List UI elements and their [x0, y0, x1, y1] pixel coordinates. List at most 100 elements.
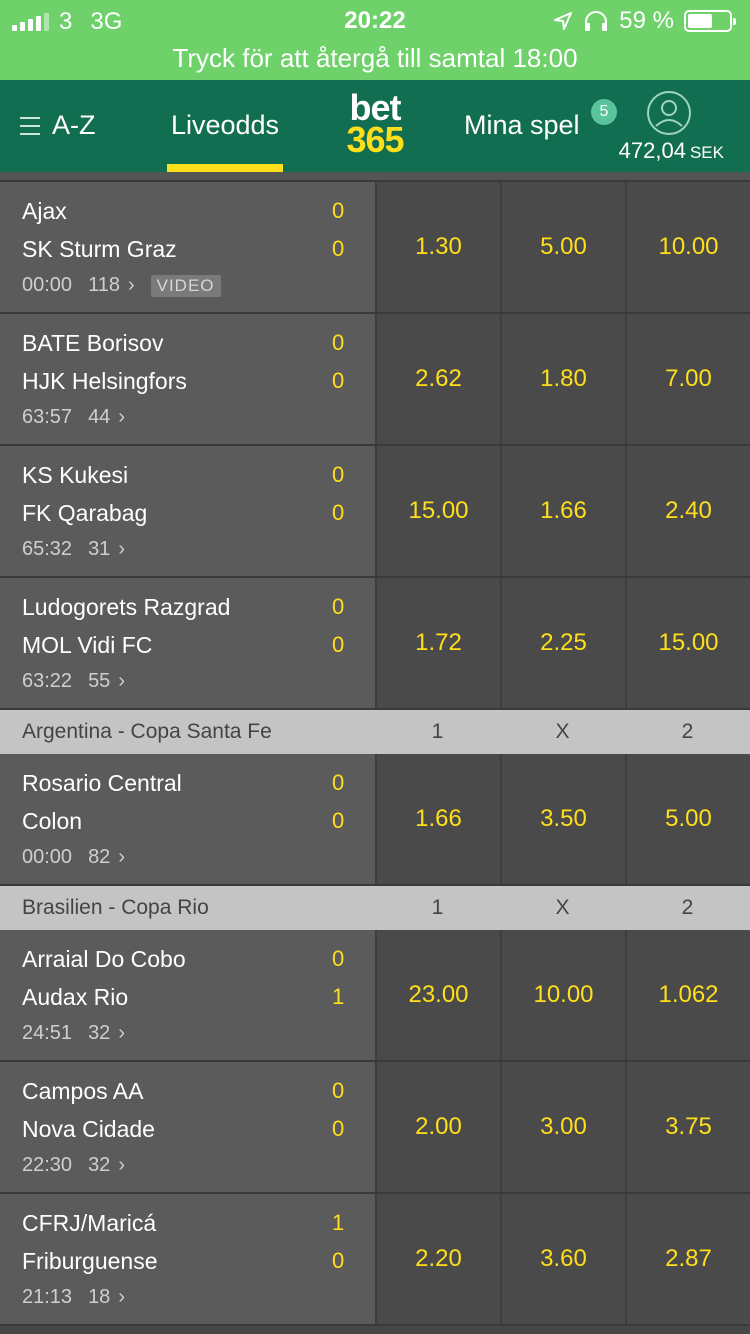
match-row: KS Kukesi FK Qarabag 0 0 65:32 31 › 15.00 1.66 2.…	[0, 446, 750, 578]
home-team: CFRJ/Maricá	[22, 1210, 157, 1236]
match-clock: 24:51	[22, 1022, 73, 1044]
balance-amount: 472,04	[618, 138, 686, 163]
home-score: 1	[332, 1210, 345, 1235]
odds-button-draw[interactable]: 1.80	[500, 314, 625, 444]
tab-mina-spel[interactable]: Mina spel	[464, 110, 580, 141]
bet365-logo[interactable]: bet 365	[338, 90, 412, 158]
markets-count: 32	[88, 1154, 111, 1176]
odds-group: 2.62 1.80 7.00	[375, 314, 750, 444]
odds-button-draw[interactable]: 1.66	[500, 446, 625, 576]
status-right: 59 %	[553, 7, 736, 35]
odds-button-away[interactable]: 10.00	[625, 182, 750, 312]
odds-button-draw[interactable]: 10.00	[500, 930, 625, 1060]
match-meta: 63:22 55 ›	[22, 670, 125, 693]
app-header: A-Z Liveodds bet 365 Mina spel 472,04 SEK	[0, 80, 750, 172]
away-team: SK Sturm Graz	[22, 236, 177, 262]
mina-spel-count-badge: 5	[591, 99, 617, 125]
odds-button-draw[interactable]: 3.60	[500, 1194, 625, 1324]
home-team: Ajax	[22, 198, 67, 224]
home-score: 0	[332, 330, 345, 355]
match-meta: 00:00 82 ›	[22, 846, 125, 869]
odds-button-away[interactable]: 2.40	[625, 446, 750, 576]
away-score: 0	[332, 808, 345, 833]
previous-row-edge	[0, 172, 750, 182]
account-balance[interactable]: 472,04 SEK	[619, 138, 724, 164]
away-score: 0	[332, 632, 345, 657]
account-icon[interactable]	[646, 90, 692, 136]
home-score: 0	[332, 594, 345, 619]
odds-button-home[interactable]: 1.72	[375, 578, 500, 708]
match-clock: 63:57	[22, 406, 73, 428]
odds-button-home[interactable]: 2.62	[375, 314, 500, 444]
match-info[interactable]: Campos AA Nova Cidade 0 0 22:30 32 ›	[0, 1062, 375, 1192]
markets-count: 118	[88, 274, 120, 296]
match-info[interactable]: Arraial Do Cobo Audax Rio 0 1 24:51 32 ›	[0, 930, 375, 1060]
chevron-right-icon: ›	[118, 1286, 125, 1308]
home-score: 0	[332, 1078, 345, 1103]
match-info[interactable]: Ludogorets Razgrad MOL Vidi FC 0 0 63:22 55 ›	[0, 578, 375, 708]
match-info[interactable]: CFRJ/Maricá Friburguense 1 0 21:13 18 ›	[0, 1194, 375, 1324]
markets-count: 55	[88, 670, 111, 692]
chevron-right-icon: ›	[118, 670, 125, 692]
odds-button-home[interactable]: 23.00	[375, 930, 500, 1060]
league-column-away: 2	[681, 720, 694, 743]
status-area: 3 3G 20:22 59 % Tryck för att återgå til…	[0, 0, 750, 80]
odds-button-home[interactable]: 1.66	[375, 754, 500, 884]
home-score: 0	[332, 198, 345, 223]
league-column-away: 2	[681, 896, 694, 919]
match-info[interactable]: Ajax SK Sturm Graz 0 0 00:00 118 › VIDEO	[0, 182, 375, 312]
away-team: Nova Cidade	[22, 1116, 155, 1142]
league-header[interactable]: Brasilien - Copa Rio 1 X 2	[0, 886, 750, 930]
home-team: Campos AA	[22, 1078, 144, 1104]
away-score: 0	[332, 1116, 345, 1141]
match-info[interactable]: KS Kukesi FK Qarabag 0 0 65:32 31 ›	[0, 446, 375, 576]
markets-count: 18	[88, 1286, 111, 1308]
headphones-icon	[585, 11, 608, 31]
home-team: KS Kukesi	[22, 462, 129, 488]
match-clock: 00:00	[22, 846, 73, 868]
return-to-call-banner[interactable]: Tryck för att återgå till samtal 18:00	[0, 40, 750, 80]
match-info[interactable]: Rosario Central Colon 0 0 00:00 82 ›	[0, 754, 375, 884]
odds-button-home[interactable]: 15.00	[375, 446, 500, 576]
league-name: Brasilien - Copa Rio	[22, 896, 209, 919]
odds-group: 2.00 3.00 3.75	[375, 1062, 750, 1192]
chevron-right-icon: ›	[118, 1022, 125, 1044]
odds-button-draw[interactable]: 2.25	[500, 578, 625, 708]
odds-button-home[interactable]: 1.30	[375, 182, 500, 312]
match-clock: 63:22	[22, 670, 73, 692]
location-arrow-icon	[554, 12, 573, 30]
away-score: 1	[332, 984, 345, 1009]
chevron-right-icon: ›	[118, 406, 125, 428]
odds-group: 1.30 5.00 10.00	[375, 182, 750, 312]
odds-button-away[interactable]: 5.00	[625, 754, 750, 884]
odds-button-draw[interactable]: 5.00	[500, 182, 625, 312]
match-row: Campos AA Nova Cidade 0 0 22:30 32 › 2.00 3.00 3.…	[0, 1062, 750, 1194]
odds-button-away[interactable]: 3.75	[625, 1062, 750, 1192]
video-badge[interactable]: VIDEO	[150, 274, 221, 297]
match-meta: 63:57 44 ›	[22, 406, 125, 429]
home-team: Ludogorets Razgrad	[22, 594, 231, 620]
tab-liveodds[interactable]: Liveodds	[167, 110, 283, 141]
league-name: Argentina - Copa Santa Fe	[22, 720, 272, 743]
odds-button-away[interactable]: 2.87	[625, 1194, 750, 1324]
away-team: FK Qarabag	[22, 500, 148, 526]
odds-button-away[interactable]: 7.00	[625, 314, 750, 444]
odds-button-draw[interactable]: 3.00	[500, 1062, 625, 1192]
odds-button-draw[interactable]: 3.50	[500, 754, 625, 884]
home-team: Rosario Central	[22, 770, 182, 796]
match-row: Rosario Central Colon 0 0 00:00 82 › 1.66 3.50 5.…	[0, 754, 750, 886]
menu-az-button[interactable]: A-Z	[20, 110, 96, 141]
odds-button-away[interactable]: 15.00	[625, 578, 750, 708]
match-info[interactable]: BATE Borisov HJK Helsingfors 0 0 63:57 44 ›	[0, 314, 375, 444]
match-meta: 22:30 32 ›	[22, 1154, 125, 1177]
chevron-right-icon: ›	[127, 274, 135, 296]
match-row: Ludogorets Razgrad MOL Vidi FC 0 0 63:22 55 › 1…	[0, 578, 750, 710]
match-meta: 21:13 18 ›	[22, 1286, 125, 1309]
odds-button-home[interactable]: 2.20	[375, 1194, 500, 1324]
odds-button-home[interactable]: 2.00	[375, 1062, 500, 1192]
live-events-list[interactable]: Ajax SK Sturm Graz 0 0 00:00 118 › VIDEO 1.30 5.0…	[0, 172, 750, 1334]
active-tab-indicator	[167, 164, 283, 172]
match-row: BATE Borisov HJK Helsingfors 0 0 63:57 44 › 2.6…	[0, 314, 750, 446]
odds-button-away[interactable]: 1.062	[625, 930, 750, 1060]
league-header[interactable]: Argentina - Copa Santa Fe 1 X 2	[0, 710, 750, 754]
